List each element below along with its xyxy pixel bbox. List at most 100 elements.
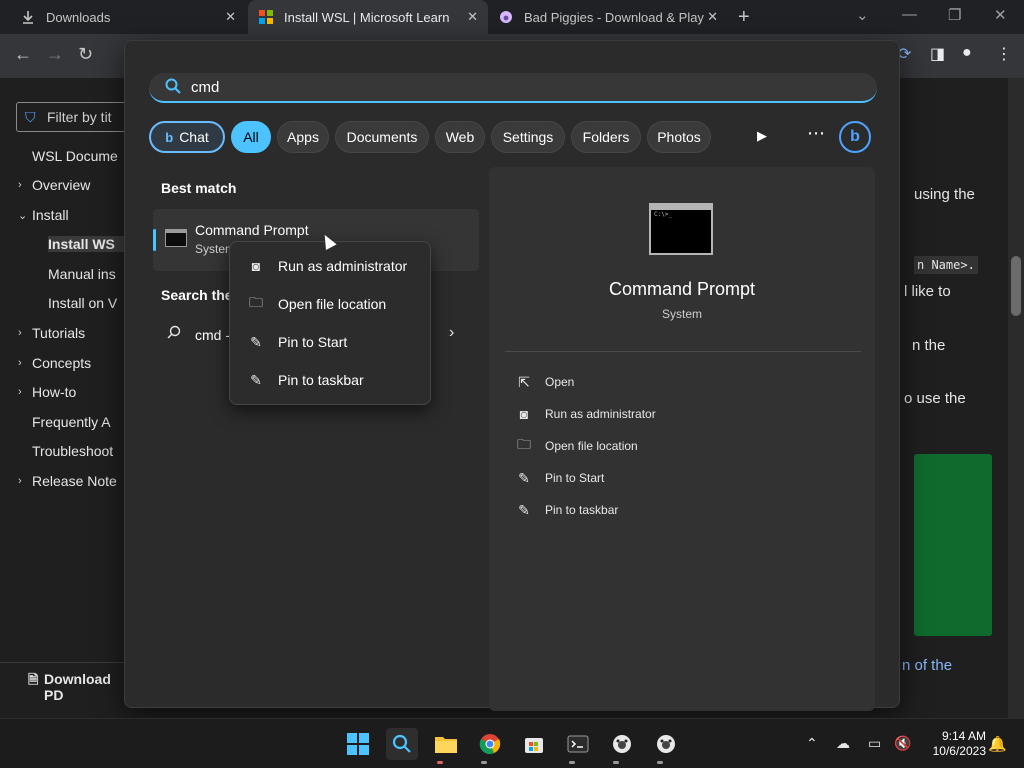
piggy-app-button-2[interactable]: [650, 728, 682, 760]
close-window-icon[interactable]: ✕: [994, 6, 1007, 24]
chevron-right-icon[interactable]: ›: [18, 475, 22, 487]
display-icon[interactable]: ▭: [868, 735, 881, 752]
toc-item[interactable]: Tutorials: [32, 325, 85, 341]
windows-logo-icon: [347, 733, 369, 755]
filter-documents[interactable]: Documents: [335, 121, 429, 153]
tip-callout: [914, 454, 992, 636]
store-button[interactable]: [518, 728, 550, 760]
chevron-right-icon[interactable]: ›: [449, 324, 454, 342]
pin-icon: ✎: [518, 469, 530, 486]
article-text-fragment: l like to: [904, 283, 951, 300]
ctx-open-file-location[interactable]: 🗀 Open file location: [234, 287, 428, 321]
document-icon: 🗎: [28, 672, 39, 687]
result-title: Command Prompt: [195, 222, 309, 238]
chevron-right-icon[interactable]: ›: [18, 357, 22, 369]
search-taskbar-button[interactable]: [386, 728, 418, 760]
new-tab-icon[interactable]: +: [738, 6, 750, 29]
command-prompt-icon: [165, 229, 187, 247]
scroll-thumb[interactable]: [1011, 256, 1021, 316]
article-text-fragment: using the: [914, 186, 975, 203]
toc-item[interactable]: Install: [32, 207, 69, 223]
chevron-up-icon[interactable]: ⌃: [806, 735, 818, 752]
action-pin-to-taskbar[interactable]: ✎ Pin to taskbar: [515, 499, 618, 521]
action-label: Pin to Start: [545, 471, 605, 485]
play-icon[interactable]: ▶: [757, 128, 767, 144]
tab-bad-piggies[interactable]: Bad Piggies - Download & Play ✕: [488, 0, 728, 34]
ctx-run-as-admin[interactable]: ◙ Run as administrator: [234, 249, 428, 283]
article-text-fragment: n the: [912, 337, 946, 354]
action-label: Pin to taskbar: [545, 503, 619, 517]
filter-label: Photos: [657, 129, 701, 145]
toc-item[interactable]: Release Note: [32, 473, 117, 489]
toc-item[interactable]: Frequently A: [32, 414, 111, 430]
tab-downloads[interactable]: Downloads ✕: [10, 0, 246, 34]
menu-icon[interactable]: ⋮: [996, 44, 1012, 64]
filter-web[interactable]: Web: [435, 121, 485, 153]
chevron-right-icon[interactable]: ›: [18, 179, 22, 191]
action-run-as-admin[interactable]: ◙ Run as administrator: [515, 403, 656, 425]
filter-chat[interactable]: b Chat: [149, 121, 225, 153]
download-pdf-button[interactable]: 🗎 Download PD: [0, 662, 124, 703]
onedrive-icon[interactable]: ☁: [836, 735, 850, 752]
ctx-pin-to-start[interactable]: ✎ Pin to Start: [234, 325, 428, 359]
microsoft-logo-icon: [258, 9, 274, 25]
back-icon[interactable]: ←: [14, 44, 32, 65]
start-button[interactable]: [342, 728, 374, 760]
pin-icon: ✎: [250, 333, 262, 350]
filter-settings[interactable]: Settings: [491, 121, 565, 153]
forward-icon[interactable]: →: [46, 44, 64, 65]
action-pin-to-start[interactable]: ✎ Pin to Start: [515, 467, 604, 489]
more-icon[interactable]: ⋯: [807, 123, 826, 144]
minimize-icon[interactable]: —: [902, 6, 917, 23]
chevron-down-icon[interactable]: ⌄: [18, 209, 27, 222]
chevron-right-icon[interactable]: ›: [18, 386, 22, 398]
close-tab-icon[interactable]: ✕: [707, 9, 718, 25]
toc-item[interactable]: Troubleshoot: [32, 443, 113, 459]
tab-search-icon[interactable]: ⌄: [856, 6, 869, 24]
toc-item[interactable]: Concepts: [32, 355, 91, 371]
bing-icon[interactable]: b: [839, 121, 871, 153]
clock[interactable]: 9:14 AM 10/6/2023: [916, 729, 986, 759]
toc-item[interactable]: Manual ins: [48, 266, 116, 282]
toc-item[interactable]: How-to: [32, 384, 76, 400]
ctx-label: Pin to Start: [278, 334, 348, 350]
toc-item[interactable]: Install on V: [48, 295, 117, 311]
ctx-pin-to-taskbar[interactable]: ✎ Pin to taskbar: [234, 363, 428, 397]
search-input[interactable]: cmd: [149, 73, 877, 103]
toc-item[interactable]: Install WS: [48, 236, 124, 252]
chrome-icon: [479, 734, 501, 754]
toc-item[interactable]: Overview: [32, 177, 90, 193]
notification-bell-icon[interactable]: 🔔: [988, 735, 1007, 753]
piggy-app-button[interactable]: [606, 728, 638, 760]
toc-item[interactable]: WSL Docume: [32, 148, 118, 164]
profile-icon[interactable]: ●: [962, 44, 972, 62]
filter-label: Apps: [287, 129, 319, 145]
action-open[interactable]: ⇱ Open: [515, 371, 574, 393]
filter-all[interactable]: All: [231, 121, 271, 153]
restore-icon[interactable]: ❐: [948, 6, 961, 24]
extension-icon[interactable]: ⟳: [898, 44, 911, 64]
reload-icon[interactable]: ↻: [78, 44, 93, 65]
volume-muted-icon[interactable]: 🔇: [894, 735, 911, 752]
file-explorer-button[interactable]: [430, 728, 462, 760]
close-tab-icon[interactable]: ✕: [467, 9, 478, 25]
chevron-right-icon[interactable]: ›: [18, 327, 22, 339]
filter-placeholder: Filter by tit: [47, 109, 112, 125]
filter-label: Chat: [179, 129, 209, 145]
filter-apps[interactable]: Apps: [277, 121, 329, 153]
action-open-file-location[interactable]: 🗀 Open file location: [515, 435, 638, 457]
ctx-label: Pin to taskbar: [278, 372, 364, 388]
side-panel-icon[interactable]: ◨: [930, 44, 945, 64]
web-query: cmd -: [195, 327, 230, 343]
article-text-fragment: o use the: [904, 390, 966, 407]
chrome-button[interactable]: [474, 728, 506, 760]
tab-install-wsl[interactable]: Install WSL | Microsoft Learn ✕: [248, 0, 488, 34]
filter-photos[interactable]: Photos: [647, 121, 711, 153]
terminal-button[interactable]: [562, 728, 594, 760]
filter-folders[interactable]: Folders: [571, 121, 641, 153]
article-link[interactable]: n of the: [902, 657, 952, 674]
close-tab-icon[interactable]: ✕: [225, 9, 236, 25]
app-indicator: [569, 761, 575, 764]
context-menu: ◙ Run as administrator 🗀 Open file locat…: [229, 241, 431, 405]
page-scrollbar[interactable]: [1008, 78, 1024, 718]
